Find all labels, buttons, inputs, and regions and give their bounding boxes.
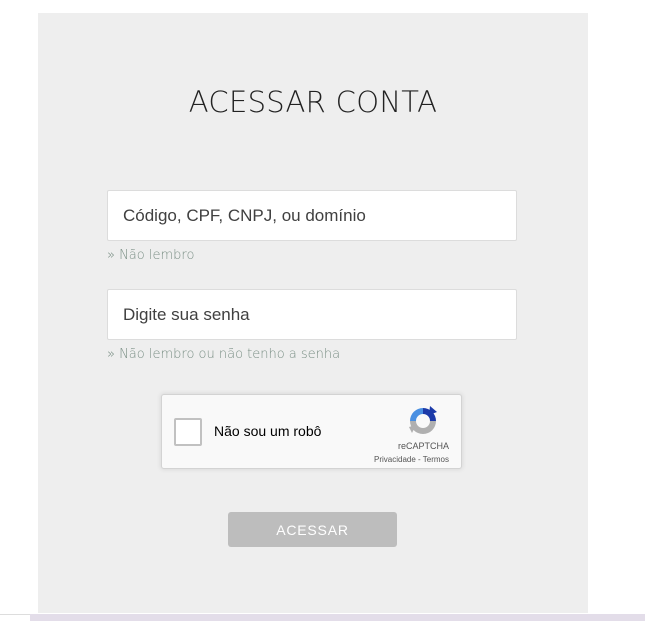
recaptcha-terms: Privacidade - Termos bbox=[374, 455, 449, 464]
recaptcha-separator: - bbox=[415, 455, 423, 464]
page-title: ACESSAR CONTA bbox=[188, 85, 438, 119]
bottom-bar bbox=[30, 614, 645, 621]
recaptcha-checkbox[interactable] bbox=[174, 418, 202, 446]
user-identifier-input[interactable] bbox=[107, 190, 517, 241]
recaptcha-brand: reCAPTCHA bbox=[397, 441, 449, 451]
forgot-password-link[interactable]: » Não lembro ou não tenho a senha bbox=[107, 347, 340, 362]
recaptcha-label: Não sou um robô bbox=[214, 423, 322, 439]
recaptcha-logo-icon bbox=[409, 406, 437, 434]
recaptcha-widget: Não sou um robô reCAPTCHA Privacidade - … bbox=[161, 394, 462, 469]
forgot-identifier-link[interactable]: » Não lembro bbox=[107, 248, 194, 263]
recaptcha-terms-link[interactable]: Termos bbox=[423, 455, 449, 464]
password-input[interactable] bbox=[107, 289, 517, 340]
submit-button[interactable]: ACESSAR bbox=[228, 512, 397, 547]
bottom-divider bbox=[0, 614, 30, 615]
recaptcha-privacy-link[interactable]: Privacidade bbox=[374, 455, 416, 464]
login-panel: ACESSAR CONTA » Não lembro » Não lembro … bbox=[38, 13, 588, 613]
